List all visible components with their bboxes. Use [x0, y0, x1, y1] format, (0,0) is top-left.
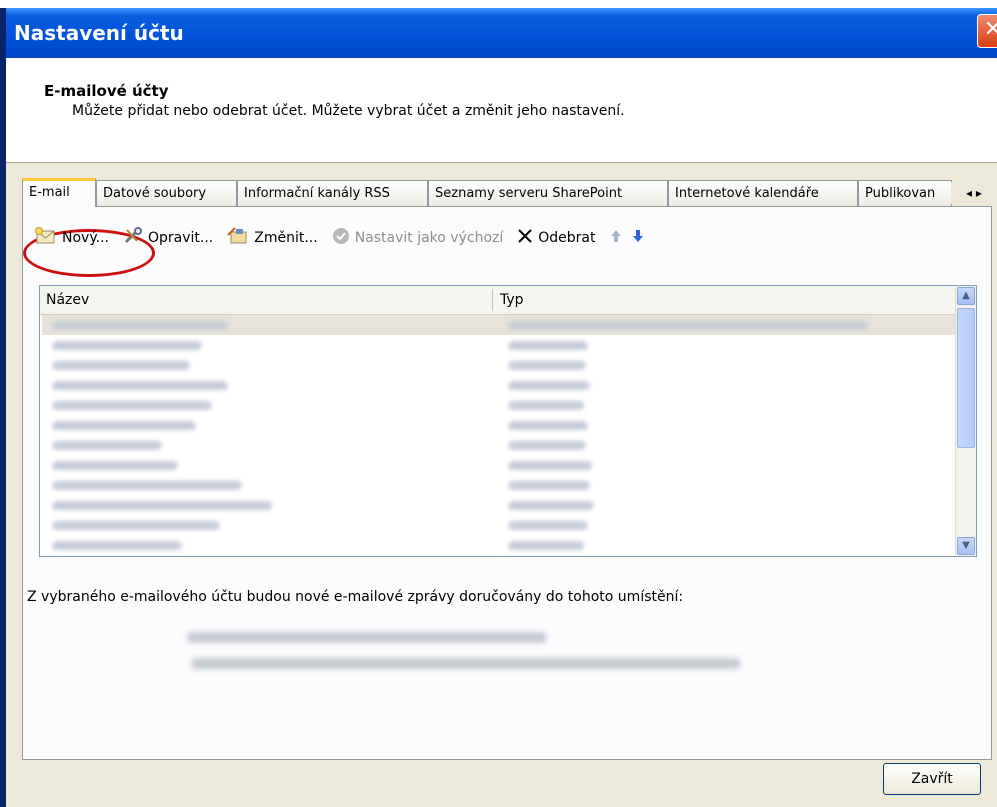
account-type-redacted	[508, 541, 584, 550]
email-tab-panel: Nový... Opravit... Změnit... Nastavit ja…	[22, 206, 992, 760]
window-close-button[interactable]: ✕	[977, 14, 997, 48]
account-name-redacted	[52, 381, 228, 390]
table-row[interactable]	[42, 515, 956, 535]
account-name-redacted	[52, 361, 190, 370]
account-name-redacted	[52, 541, 182, 550]
arrow-up-icon	[610, 229, 622, 247]
account-type-redacted	[508, 401, 584, 410]
tab-strip: E-mail Datové soubory Informační kanály …	[22, 178, 997, 207]
account-type-redacted	[508, 481, 590, 490]
change-button[interactable]: Změnit...	[227, 227, 318, 249]
table-row[interactable]	[42, 475, 956, 495]
change-button-label: Změnit...	[254, 230, 318, 246]
remove-x-icon	[517, 228, 533, 248]
account-type-redacted	[508, 381, 590, 390]
account-name-redacted	[52, 341, 202, 350]
account-name-redacted	[52, 481, 242, 490]
account-name-redacted	[52, 401, 212, 410]
table-row[interactable]	[42, 315, 956, 335]
move-down-button[interactable]	[632, 229, 644, 247]
section-description: Můžete přidat nebo odebrat účet. Můžete …	[72, 103, 625, 119]
table-row[interactable]	[42, 535, 956, 555]
account-name-redacted	[52, 421, 196, 430]
table-row[interactable]	[42, 375, 956, 395]
account-type-redacted	[508, 441, 586, 450]
column-separator	[492, 289, 493, 311]
check-circle-icon	[332, 227, 350, 249]
tab-scroll-buttons[interactable]: ◂ ▸	[951, 182, 997, 204]
change-settings-icon	[227, 227, 249, 249]
account-type-redacted	[508, 501, 594, 510]
tab-data-files[interactable]: Datové soubory	[96, 180, 237, 206]
remove-button[interactable]: Odebrat	[517, 228, 596, 248]
new-mail-icon	[35, 227, 57, 249]
tab-rss-feeds[interactable]: Informační kanály RSS	[237, 180, 428, 206]
account-type-redacted	[508, 421, 588, 430]
account-type-redacted	[508, 321, 868, 330]
vertical-scrollbar[interactable]: ▲ ▼	[955, 286, 976, 556]
table-row[interactable]	[42, 495, 956, 515]
window-title: Nastavení účtu	[14, 21, 184, 45]
tab-email[interactable]: E-mail	[22, 178, 96, 207]
account-name-redacted	[52, 501, 272, 510]
set-default-label: Nastavit jako výchozí	[354, 230, 504, 246]
title-bar[interactable]: Nastavení účtu ✕	[6, 8, 997, 58]
table-row[interactable]	[42, 335, 956, 355]
account-name-redacted	[52, 461, 178, 470]
section-title: E-mailové účty	[44, 82, 169, 100]
account-toolbar: Nový... Opravit... Změnit... Nastavit ja…	[35, 223, 658, 253]
tab-published-calendars[interactable]: Publikovan	[858, 180, 952, 206]
table-row[interactable]	[42, 435, 956, 455]
account-type-redacted	[508, 361, 586, 370]
tab-sharepoint-lists[interactable]: Seznamy serveru SharePoint	[428, 180, 668, 206]
dialog-header: E-mailové účty Můžete přidat nebo odebra…	[6, 58, 997, 163]
scroll-left-icon[interactable]: ◂	[966, 186, 972, 200]
scroll-down-button[interactable]: ▼	[957, 537, 975, 555]
table-row[interactable]	[42, 355, 956, 375]
new-button-label: Nový...	[62, 230, 109, 246]
delivery-location-redacted	[187, 632, 547, 643]
delivery-path-redacted	[191, 658, 741, 669]
table-row[interactable]	[42, 395, 956, 415]
account-name-redacted	[52, 521, 220, 530]
account-name-redacted	[52, 321, 228, 330]
account-type-redacted	[508, 521, 588, 530]
new-account-button[interactable]: Nový...	[35, 227, 109, 249]
account-settings-window: Nastavení účtu ✕ E-mailové účty Můžete p…	[0, 8, 997, 807]
remove-button-label: Odebrat	[538, 230, 596, 246]
scroll-thumb[interactable]	[957, 308, 975, 448]
set-default-button[interactable]: Nastavit jako výchozí	[332, 227, 504, 249]
table-row[interactable]	[42, 455, 956, 475]
account-type-redacted	[508, 461, 592, 470]
delivery-location-label: Z vybraného e-mailového účtu budou nové …	[27, 589, 684, 605]
tab-internet-calendars[interactable]: Internetové kalendáře	[668, 180, 858, 206]
arrow-down-icon	[632, 229, 644, 247]
column-header-name[interactable]: Název	[46, 292, 89, 308]
account-name-redacted	[52, 441, 162, 450]
repair-tools-icon	[123, 227, 143, 249]
scroll-right-icon[interactable]: ▸	[976, 186, 982, 200]
repair-button-label: Opravit...	[147, 230, 214, 246]
account-list[interactable]: Název Typ ▲ ▼	[39, 285, 977, 557]
list-header: Název Typ	[40, 286, 956, 315]
close-button[interactable]: Zavřít	[883, 763, 981, 795]
column-header-type[interactable]: Typ	[500, 292, 524, 308]
move-up-button[interactable]	[610, 229, 622, 247]
table-row[interactable]	[42, 415, 956, 435]
scroll-up-button[interactable]: ▲	[957, 287, 975, 305]
repair-button[interactable]: Opravit...	[123, 227, 213, 249]
account-type-redacted	[508, 341, 588, 350]
